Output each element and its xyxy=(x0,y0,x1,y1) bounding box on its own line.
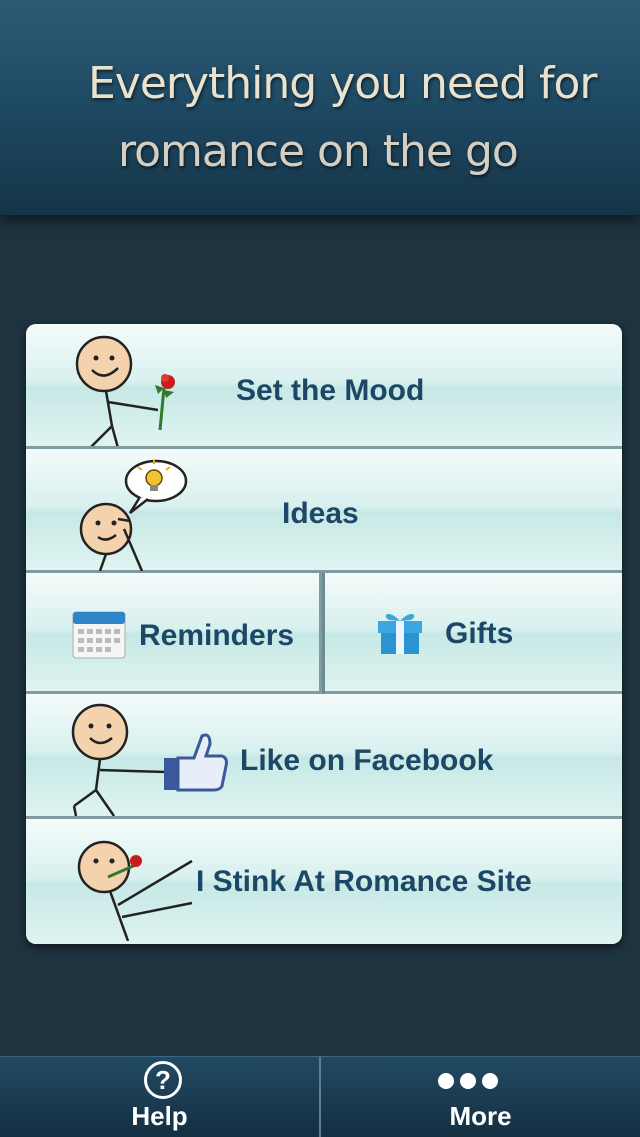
like-on-facebook-label: Like on Facebook xyxy=(240,744,494,777)
reminders-label: Reminders xyxy=(139,619,295,652)
main-menu: Set the Mood Ideas Reminders Gifts Like … xyxy=(26,324,622,944)
gift-icon xyxy=(378,613,422,654)
calendar-icon xyxy=(72,611,126,659)
tab-help[interactable]: ? Help xyxy=(0,1057,319,1137)
gifts-button[interactable]: Gifts xyxy=(325,573,622,694)
tab-more[interactable]: More xyxy=(321,1057,640,1137)
stick-figure-rose-mouth-icon xyxy=(77,840,193,941)
header-banner: Everything you need for romance on the g… xyxy=(0,0,640,215)
like-on-facebook-button[interactable]: Like on Facebook xyxy=(26,694,622,819)
stick-figure-thumbs-up-icon xyxy=(71,703,228,816)
lightbulb-thought-icon xyxy=(79,459,188,571)
set-the-mood-label: Set the Mood xyxy=(236,374,425,407)
tab-bar: ? Help More xyxy=(0,1056,640,1137)
tagline-line-2: romance on the go xyxy=(118,126,519,177)
set-the-mood-button[interactable]: Set the Mood xyxy=(26,324,622,449)
tab-help-label: Help xyxy=(131,1101,188,1131)
more-icon xyxy=(438,1073,504,1094)
romance-site-label: I Stink At Romance Site xyxy=(196,865,532,898)
tagline-line-1: Everything you need for xyxy=(88,58,597,109)
romance-site-button[interactable]: I Stink At Romance Site xyxy=(26,819,622,944)
gifts-label: Gifts xyxy=(445,617,514,650)
ideas-label: Ideas xyxy=(282,497,359,530)
help-icon: ? xyxy=(144,1061,182,1099)
tab-more-label: More xyxy=(449,1101,512,1131)
stick-figure-rose-icon xyxy=(75,335,175,446)
reminders-button[interactable]: Reminders xyxy=(26,573,322,694)
ideas-button[interactable]: Ideas xyxy=(26,449,622,573)
